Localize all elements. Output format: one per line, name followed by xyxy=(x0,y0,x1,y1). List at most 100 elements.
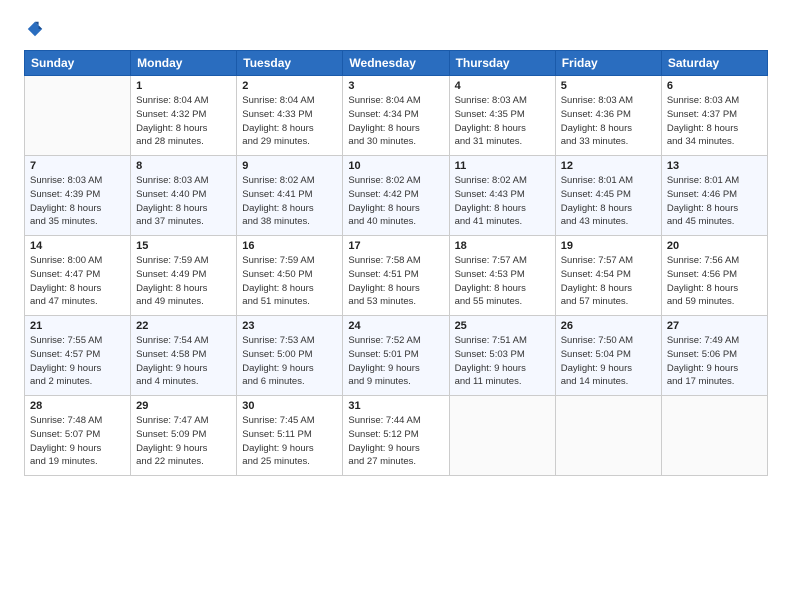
week-row-1: 1 Sunrise: 8:04 AMSunset: 4:32 PMDaylight… xyxy=(25,76,768,156)
column-header-wednesday: Wednesday xyxy=(343,51,449,76)
calendar-cell: 7Sunrise: 8:03 AMSunset: 4:39 PMDaylight… xyxy=(25,156,131,236)
calendar-cell: 19 Sunrise: 7:57 AMSunset: 4:54 PMDayligh… xyxy=(555,236,661,316)
week-row-3: 14Sunrise: 8:00 AMSunset: 4:47 PMDayligh… xyxy=(25,236,768,316)
day-number: 4 xyxy=(455,80,550,92)
day-number: 6 xyxy=(667,80,762,92)
column-header-tuesday: Tuesday xyxy=(237,51,343,76)
day-number: 31 xyxy=(348,400,443,412)
day-info: Sunrise: 8:02 AMSunset: 4:41 PMDaylight:… xyxy=(242,174,337,229)
calendar-cell: 29 Sunrise: 7:47 AMSunset: 5:09 PMDayligh… xyxy=(131,396,237,476)
calendar-cell: 12 Sunrise: 8:01 AMSunset: 4:45 PMDayligh… xyxy=(555,156,661,236)
day-info: Sunrise: 8:04 AMSunset: 4:34 PMDaylight:… xyxy=(348,94,443,149)
day-info: Sunrise: 7:57 AMSunset: 4:53 PMDaylight:… xyxy=(455,254,550,309)
day-number: 15 xyxy=(136,240,231,252)
calendar-cell xyxy=(449,396,555,476)
day-info: Sunrise: 8:01 AMSunset: 4:45 PMDaylight:… xyxy=(561,174,656,229)
day-info: Sunrise: 7:54 AMSunset: 4:58 PMDaylight:… xyxy=(136,334,231,389)
day-info: Sunrise: 7:58 AMSunset: 4:51 PMDaylight:… xyxy=(348,254,443,309)
calendar-cell: 9 Sunrise: 8:02 AMSunset: 4:41 PMDaylight… xyxy=(237,156,343,236)
day-number: 5 xyxy=(561,80,656,92)
day-number: 12 xyxy=(561,160,656,172)
day-number: 8 xyxy=(136,160,231,172)
column-header-sunday: Sunday xyxy=(25,51,131,76)
day-number: 22 xyxy=(136,320,231,332)
day-info: Sunrise: 7:56 AMSunset: 4:56 PMDaylight:… xyxy=(667,254,762,309)
calendar-cell xyxy=(25,76,131,156)
calendar-cell: 14Sunrise: 8:00 AMSunset: 4:47 PMDayligh… xyxy=(25,236,131,316)
day-info: Sunrise: 8:03 AMSunset: 4:40 PMDaylight:… xyxy=(136,174,231,229)
week-row-2: 7Sunrise: 8:03 AMSunset: 4:39 PMDaylight… xyxy=(25,156,768,236)
week-row-5: 28Sunrise: 7:48 AMSunset: 5:07 PMDayligh… xyxy=(25,396,768,476)
calendar-cell: 4 Sunrise: 8:03 AMSunset: 4:35 PMDaylight… xyxy=(449,76,555,156)
day-info: Sunrise: 8:04 AMSunset: 4:33 PMDaylight:… xyxy=(242,94,337,149)
day-info: Sunrise: 7:52 AMSunset: 5:01 PMDaylight:… xyxy=(348,334,443,389)
calendar-cell: 23 Sunrise: 7:53 AMSunset: 5:00 PMDayligh… xyxy=(237,316,343,396)
column-header-thursday: Thursday xyxy=(449,51,555,76)
calendar-cell xyxy=(661,396,767,476)
day-info: Sunrise: 8:03 AMSunset: 4:35 PMDaylight:… xyxy=(455,94,550,149)
day-info: Sunrise: 8:03 AMSunset: 4:36 PMDaylight:… xyxy=(561,94,656,149)
calendar-cell: 21Sunrise: 7:55 AMSunset: 4:57 PMDayligh… xyxy=(25,316,131,396)
day-info: Sunrise: 7:59 AMSunset: 4:49 PMDaylight:… xyxy=(136,254,231,309)
calendar-cell: 6 Sunrise: 8:03 AMSunset: 4:37 PMDaylight… xyxy=(661,76,767,156)
calendar-cell: 22 Sunrise: 7:54 AMSunset: 4:58 PMDayligh… xyxy=(131,316,237,396)
day-number: 16 xyxy=(242,240,337,252)
logo xyxy=(24,20,44,38)
calendar-cell: 24 Sunrise: 7:52 AMSunset: 5:01 PMDayligh… xyxy=(343,316,449,396)
day-info: Sunrise: 8:04 AMSunset: 4:32 PMDaylight:… xyxy=(136,94,231,149)
calendar-table: SundayMondayTuesdayWednesdayThursdayFrid… xyxy=(24,50,768,476)
day-info: Sunrise: 8:03 AMSunset: 4:39 PMDaylight:… xyxy=(30,174,125,229)
day-number: 20 xyxy=(667,240,762,252)
day-number: 29 xyxy=(136,400,231,412)
day-number: 3 xyxy=(348,80,443,92)
day-info: Sunrise: 8:00 AMSunset: 4:47 PMDaylight:… xyxy=(30,254,125,309)
calendar-cell: 25 Sunrise: 7:51 AMSunset: 5:03 PMDayligh… xyxy=(449,316,555,396)
day-info: Sunrise: 8:01 AMSunset: 4:46 PMDaylight:… xyxy=(667,174,762,229)
header xyxy=(24,20,768,38)
day-number: 2 xyxy=(242,80,337,92)
calendar-cell: 18 Sunrise: 7:57 AMSunset: 4:53 PMDayligh… xyxy=(449,236,555,316)
column-header-friday: Friday xyxy=(555,51,661,76)
column-headers: SundayMondayTuesdayWednesdayThursdayFrid… xyxy=(25,51,768,76)
day-number: 23 xyxy=(242,320,337,332)
day-info: Sunrise: 7:49 AMSunset: 5:06 PMDaylight:… xyxy=(667,334,762,389)
day-number: 17 xyxy=(348,240,443,252)
week-row-4: 21Sunrise: 7:55 AMSunset: 4:57 PMDayligh… xyxy=(25,316,768,396)
calendar-cell: 15 Sunrise: 7:59 AMSunset: 4:49 PMDayligh… xyxy=(131,236,237,316)
day-number: 21 xyxy=(30,320,125,332)
day-info: Sunrise: 7:50 AMSunset: 5:04 PMDaylight:… xyxy=(561,334,656,389)
calendar-cell: 3 Sunrise: 8:04 AMSunset: 4:34 PMDaylight… xyxy=(343,76,449,156)
calendar-cell: 17 Sunrise: 7:58 AMSunset: 4:51 PMDayligh… xyxy=(343,236,449,316)
page: SundayMondayTuesdayWednesdayThursdayFrid… xyxy=(0,0,792,612)
day-number: 1 xyxy=(136,80,231,92)
day-info: Sunrise: 8:03 AMSunset: 4:37 PMDaylight:… xyxy=(667,94,762,149)
day-number: 30 xyxy=(242,400,337,412)
calendar-cell: 20 Sunrise: 7:56 AMSunset: 4:56 PMDayligh… xyxy=(661,236,767,316)
calendar-cell: 10 Sunrise: 8:02 AMSunset: 4:42 PMDayligh… xyxy=(343,156,449,236)
day-number: 24 xyxy=(348,320,443,332)
day-info: Sunrise: 7:53 AMSunset: 5:00 PMDaylight:… xyxy=(242,334,337,389)
calendar-cell: 30Sunrise: 7:45 AMSunset: 5:11 PMDayligh… xyxy=(237,396,343,476)
day-number: 18 xyxy=(455,240,550,252)
day-info: Sunrise: 7:57 AMSunset: 4:54 PMDaylight:… xyxy=(561,254,656,309)
calendar-cell: 13 Sunrise: 8:01 AMSunset: 4:46 PMDayligh… xyxy=(661,156,767,236)
day-number: 11 xyxy=(455,160,550,172)
day-number: 26 xyxy=(561,320,656,332)
day-info: Sunrise: 7:51 AMSunset: 5:03 PMDaylight:… xyxy=(455,334,550,389)
day-number: 25 xyxy=(455,320,550,332)
day-info: Sunrise: 8:02 AMSunset: 4:43 PMDaylight:… xyxy=(455,174,550,229)
day-number: 10 xyxy=(348,160,443,172)
calendar-cell: 28Sunrise: 7:48 AMSunset: 5:07 PMDayligh… xyxy=(25,396,131,476)
column-header-monday: Monday xyxy=(131,51,237,76)
day-info: Sunrise: 7:47 AMSunset: 5:09 PMDaylight:… xyxy=(136,414,231,469)
calendar-cell: 1 Sunrise: 8:04 AMSunset: 4:32 PMDaylight… xyxy=(131,76,237,156)
column-header-saturday: Saturday xyxy=(661,51,767,76)
day-info: Sunrise: 8:02 AMSunset: 4:42 PMDaylight:… xyxy=(348,174,443,229)
day-number: 19 xyxy=(561,240,656,252)
calendar-cell: 2 Sunrise: 8:04 AMSunset: 4:33 PMDaylight… xyxy=(237,76,343,156)
day-number: 9 xyxy=(242,160,337,172)
calendar-cell: 8 Sunrise: 8:03 AMSunset: 4:40 PMDaylight… xyxy=(131,156,237,236)
day-info: Sunrise: 7:59 AMSunset: 4:50 PMDaylight:… xyxy=(242,254,337,309)
day-info: Sunrise: 7:44 AMSunset: 5:12 PMDaylight:… xyxy=(348,414,443,469)
day-number: 13 xyxy=(667,160,762,172)
